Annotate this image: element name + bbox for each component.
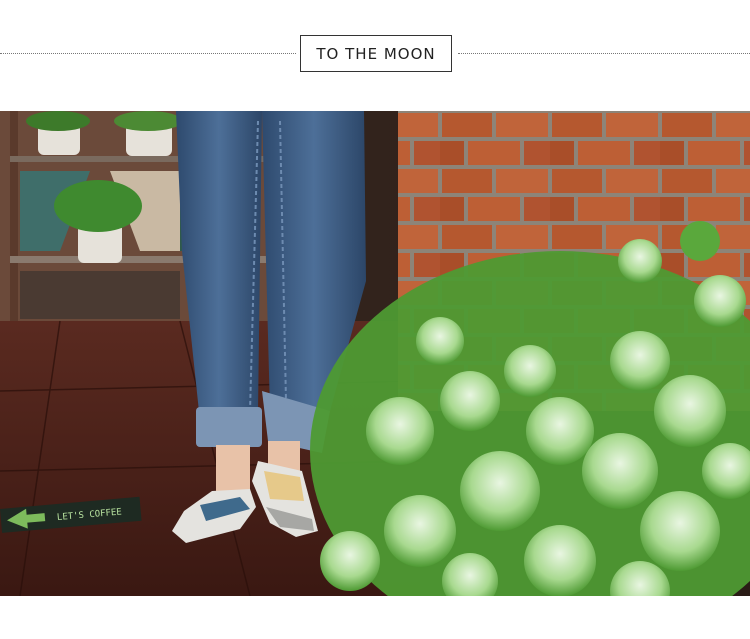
product-photo: LET'S COFFEE [0, 111, 750, 596]
photo-illustration: LET'S COFFEE [0, 111, 750, 596]
banner-title: TO THE MOON [316, 44, 436, 63]
dotted-divider-left [0, 53, 296, 54]
dotted-divider-right [458, 53, 750, 54]
jeans-cuff-left [196, 407, 262, 447]
banner-header: TO THE MOON [0, 0, 750, 111]
banner-title-box: TO THE MOON [300, 35, 452, 72]
footer-spacer [0, 596, 750, 639]
